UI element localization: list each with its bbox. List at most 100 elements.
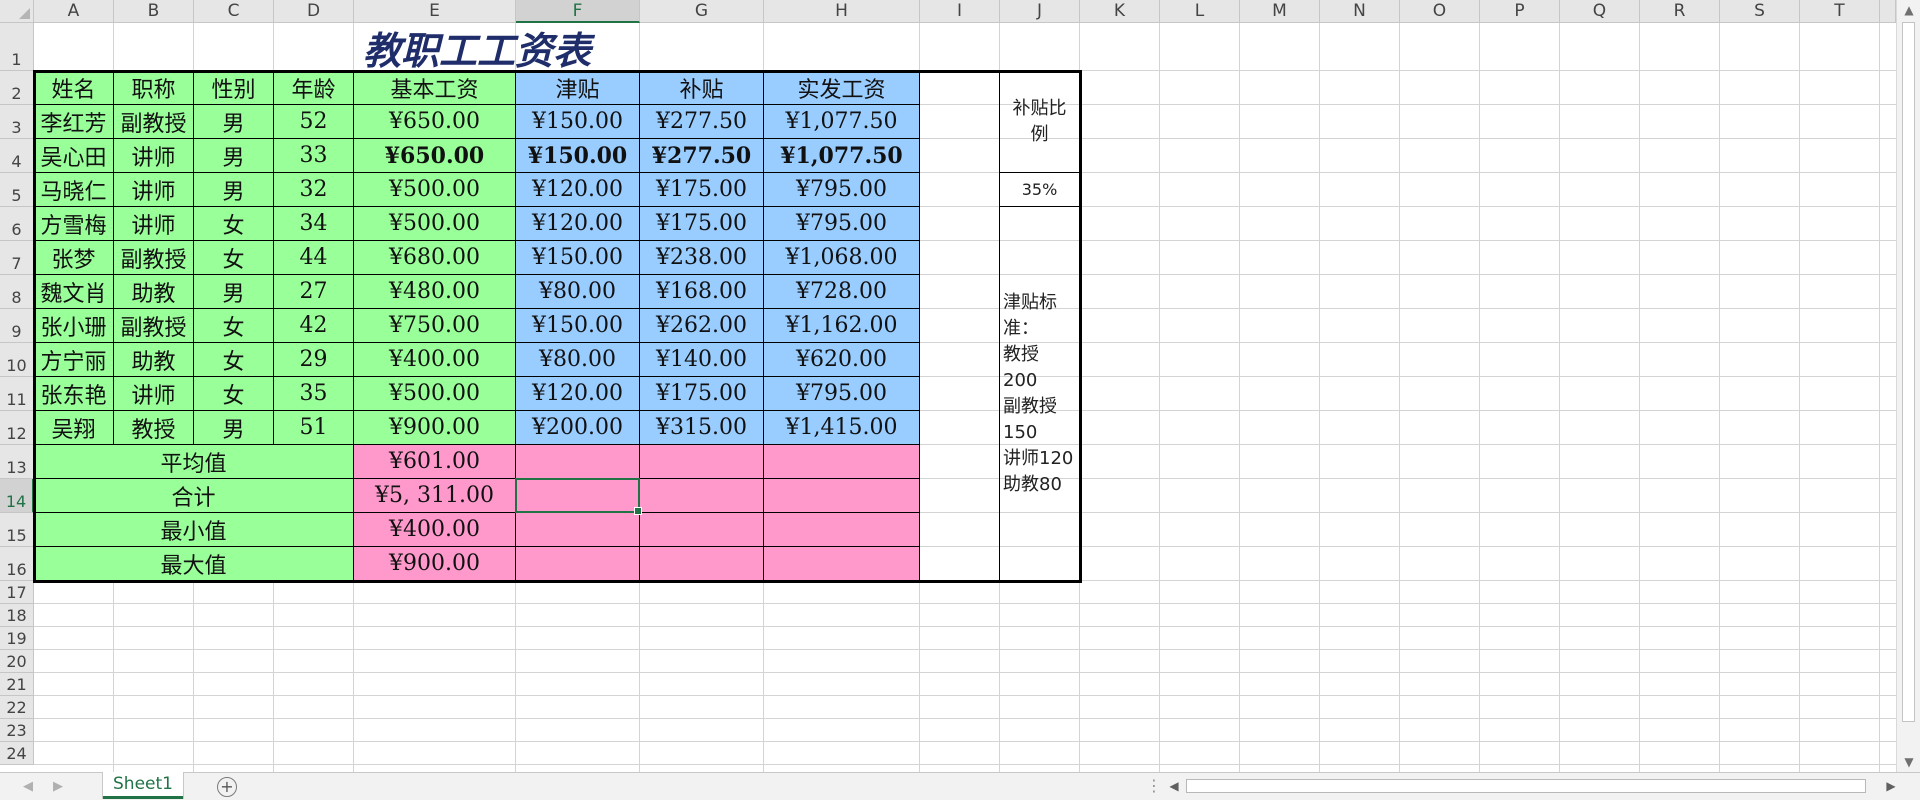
data-cell[interactable]: ¥238.00: [640, 241, 764, 275]
next-sheet-icon[interactable]: ▶: [48, 773, 68, 801]
summary-empty-cell[interactable]: [764, 547, 920, 581]
data-cell[interactable]: ¥150.00: [516, 309, 640, 343]
data-cell[interactable]: ¥1,415.00: [764, 411, 920, 445]
data-cell[interactable]: ¥900.00: [354, 411, 516, 445]
summary-empty-cell[interactable]: [764, 513, 920, 547]
data-cell[interactable]: ¥650.00: [354, 105, 516, 139]
data-cell[interactable]: 女: [194, 207, 274, 241]
row-header-8[interactable]: 8: [0, 275, 34, 309]
data-cell[interactable]: ¥1,077.50: [764, 105, 920, 139]
column-header-p[interactable]: P: [1480, 0, 1560, 23]
data-cell[interactable]: ¥480.00: [354, 275, 516, 309]
summary-empty-cell[interactable]: [516, 513, 640, 547]
data-cell[interactable]: ¥728.00: [764, 275, 920, 309]
data-cell[interactable]: 副教授: [114, 241, 194, 275]
data-cell[interactable]: 男: [194, 275, 274, 309]
row-header-18[interactable]: 18: [0, 604, 34, 627]
summary-empty-cell[interactable]: [640, 479, 764, 513]
data-cell[interactable]: 44: [274, 241, 354, 275]
data-cell[interactable]: ¥277.50: [640, 105, 764, 139]
row-header-4[interactable]: 4: [0, 139, 34, 173]
spreadsheet-area[interactable]: ABCDEFGHIJKLMNOPQRST 1 2 3 4 5 6 7 8 9 10 11 12 13 14…: [0, 0, 1896, 772]
summary-label[interactable]: 合计: [34, 479, 354, 513]
row-header-20[interactable]: 20: [0, 650, 34, 673]
column-header-q[interactable]: Q: [1560, 0, 1640, 23]
data-cell[interactable]: 32: [274, 173, 354, 207]
row-header-11[interactable]: 11: [0, 377, 34, 411]
column-header-f[interactable]: F: [516, 0, 640, 23]
data-cell[interactable]: 讲师: [114, 207, 194, 241]
data-cell[interactable]: 女: [194, 377, 274, 411]
data-cell[interactable]: 魏文肖: [34, 275, 114, 309]
summary-empty-cell[interactable]: [764, 479, 920, 513]
summary-empty-cell[interactable]: [640, 513, 764, 547]
data-cell[interactable]: 吴心田: [34, 139, 114, 173]
column-header-h[interactable]: H: [764, 0, 920, 23]
data-cell[interactable]: ¥500.00: [354, 377, 516, 411]
summary-label[interactable]: 平均值: [34, 445, 354, 479]
ratio-label-cell[interactable]: 补贴比例: [1000, 71, 1080, 173]
summary-value[interactable]: ¥900.00: [354, 547, 516, 581]
data-cell[interactable]: ¥200.00: [516, 411, 640, 445]
vertical-scrollbar[interactable]: ▲ ▼: [1896, 0, 1920, 772]
prev-sheet-icon[interactable]: ◀: [18, 773, 38, 801]
row-header-24[interactable]: 24: [0, 742, 34, 765]
data-cell[interactable]: ¥500.00: [354, 207, 516, 241]
data-cell[interactable]: ¥120.00: [516, 377, 640, 411]
column-header-a[interactable]: A: [34, 0, 114, 23]
blank-merged-cell[interactable]: [920, 71, 1000, 581]
column-header-d[interactable]: D: [274, 0, 354, 23]
cell-grid[interactable]: 教职工工资表 姓名 职称 性别 年龄 基本工资 津贴 补贴 实发工资 李红芳 副教授男 52 ¥650.…: [33, 23, 1896, 772]
data-cell[interactable]: 助教: [114, 275, 194, 309]
scroll-up-icon[interactable]: ▲: [1897, 0, 1920, 20]
column-header-s[interactable]: S: [1720, 0, 1800, 23]
data-cell[interactable]: 29: [274, 343, 354, 377]
row-header-5[interactable]: 5: [0, 173, 34, 207]
summary-value[interactable]: ¥5, 311.00: [354, 479, 516, 513]
column-header-e[interactable]: E: [354, 0, 516, 23]
data-cell[interactable]: ¥80.00: [516, 275, 640, 309]
column-header-r[interactable]: R: [1640, 0, 1720, 23]
summary-label[interactable]: 最大值: [34, 547, 354, 581]
data-cell[interactable]: 吴翔: [34, 411, 114, 445]
data-cell[interactable]: ¥315.00: [640, 411, 764, 445]
data-cell[interactable]: 34: [274, 207, 354, 241]
row-header-15[interactable]: 15: [0, 513, 34, 547]
data-cell[interactable]: ¥795.00: [764, 207, 920, 241]
data-cell[interactable]: 助教: [114, 343, 194, 377]
data-cell[interactable]: ¥120.00: [516, 173, 640, 207]
data-cell[interactable]: ¥120.00: [516, 207, 640, 241]
data-cell[interactable]: 52: [274, 105, 354, 139]
summary-empty-cell[interactable]: [516, 445, 640, 479]
select-all-corner[interactable]: [0, 0, 34, 23]
scroll-right-icon[interactable]: ▶: [1882, 776, 1900, 796]
column-header-g[interactable]: G: [640, 0, 764, 23]
column-header-o[interactable]: O: [1400, 0, 1480, 23]
data-cell[interactable]: 女: [194, 343, 274, 377]
horizontal-scroll-thumb[interactable]: [1186, 779, 1866, 793]
scroll-left-icon[interactable]: ◀: [1165, 776, 1183, 796]
scroll-down-icon[interactable]: ▼: [1897, 752, 1920, 772]
data-cell[interactable]: ¥680.00: [354, 241, 516, 275]
data-cell[interactable]: ¥277.50: [640, 139, 764, 173]
data-cell[interactable]: 张小珊: [34, 309, 114, 343]
row-header-13[interactable]: 13: [0, 445, 34, 479]
row-header-22[interactable]: 22: [0, 696, 34, 719]
data-cell[interactable]: ¥750.00: [354, 309, 516, 343]
column-header-n[interactable]: N: [1320, 0, 1400, 23]
summary-empty-cell[interactable]: [640, 547, 764, 581]
summary-empty-cell[interactable]: [640, 445, 764, 479]
data-cell[interactable]: 男: [194, 139, 274, 173]
data-cell[interactable]: 方雪梅: [34, 207, 114, 241]
header-cell[interactable]: 姓名: [34, 71, 114, 105]
row-header-21[interactable]: 21: [0, 673, 34, 696]
row-header-7[interactable]: 7: [0, 241, 34, 275]
data-cell[interactable]: 男: [194, 105, 274, 139]
column-header-b[interactable]: B: [114, 0, 194, 23]
header-cell[interactable]: 实发工资: [764, 71, 920, 105]
header-cell[interactable]: 职称: [114, 71, 194, 105]
row-header-9[interactable]: 9: [0, 309, 34, 343]
column-header-m[interactable]: M: [1240, 0, 1320, 23]
data-cell[interactable]: ¥500.00: [354, 173, 516, 207]
data-cell[interactable]: 男: [194, 173, 274, 207]
